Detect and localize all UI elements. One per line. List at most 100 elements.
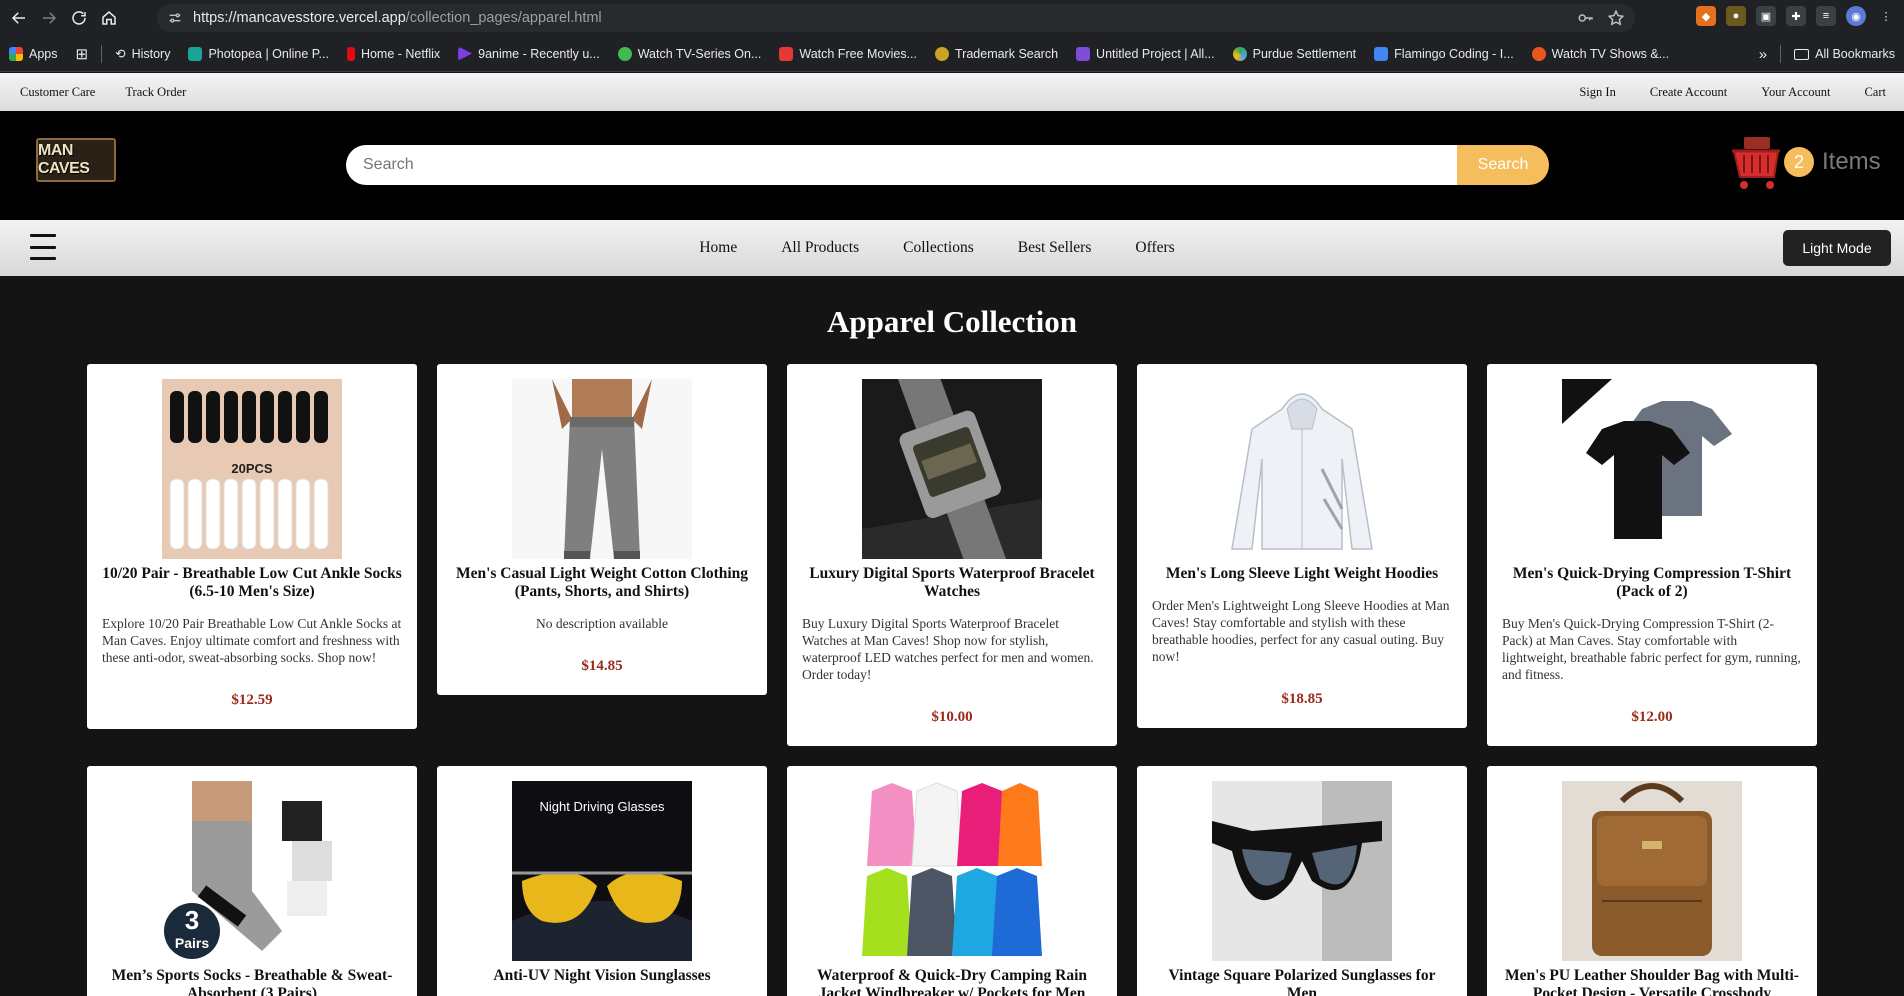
product-title[interactable]: Luxury Digital Sports Waterproof Bracele… (802, 565, 1102, 601)
site-header: MAN CAVES Search 2 Items (0, 111, 1904, 220)
bookmark-star-icon[interactable] (1607, 9, 1625, 27)
create-account-link[interactable]: Create Account (1650, 85, 1727, 100)
product-card[interactable]: 20PCS 10/20 Pair - Breathable Low Cut An… (87, 364, 417, 729)
bookmark-photopea[interactable]: Photopea | Online P... (179, 40, 337, 68)
product-title[interactable]: Men's PU Leather Shoulder Bag with Multi… (1502, 967, 1802, 996)
utility-bar: Customer Care Track Order Sign In Create… (0, 73, 1904, 111)
product-image[interactable] (1212, 781, 1392, 961)
browser-menu-icon[interactable]: ⋮ (1876, 6, 1896, 26)
bookmark-trademark[interactable]: Trademark Search (926, 40, 1067, 68)
url-path: /collection_pages/apparel.html (405, 10, 602, 26)
product-title[interactable]: 10/20 Pair - Breathable Low Cut Ankle So… (102, 565, 402, 601)
nav-offers[interactable]: Offers (1135, 239, 1174, 257)
nav-best-sellers[interactable]: Best Sellers (1018, 239, 1092, 257)
bookmark-label: Photopea | Online P... (208, 46, 329, 61)
product-row: 20PCS 10/20 Pair - Breathable Low Cut An… (87, 364, 1817, 746)
search-input[interactable] (346, 145, 1457, 185)
product-description: Buy Men's Quick-Drying Compression T-Shi… (1502, 616, 1801, 682)
main-navigation: Home All Products Collections Best Selle… (0, 220, 1904, 276)
your-account-link[interactable]: Your Account (1761, 85, 1830, 100)
product-title[interactable]: Waterproof & Quick-Dry Camping Rain Jack… (802, 967, 1102, 996)
product-price: $12.00 (1631, 709, 1673, 725)
bookmark-apps[interactable]: Apps (0, 40, 67, 68)
forward-icon[interactable] (36, 5, 62, 31)
customer-care-link[interactable]: Customer Care (20, 85, 95, 100)
light-mode-button[interactable]: Light Mode (1783, 230, 1891, 266)
product-title[interactable]: Men's Casual Light Weight Cotton Clothin… (452, 565, 752, 601)
product-image[interactable] (862, 781, 1042, 961)
product-card[interactable]: 3 Pairs Men’s Sports Socks - Breathable … (87, 766, 417, 996)
product-image[interactable] (1562, 781, 1742, 961)
address-bar[interactable]: https://mancavesstore.vercel.app/collect… (157, 4, 1635, 32)
shopping-basket-icon (1732, 137, 1780, 189)
bookmark-netflix[interactable]: Home - Netflix (338, 40, 449, 68)
product-image[interactable]: Night Driving Glasses (512, 781, 692, 961)
bookmark-label: Home - Netflix (360, 46, 441, 61)
search-button[interactable]: Search (1457, 145, 1549, 185)
trademark-eagle-icon (935, 46, 949, 61)
more-bookmarks-icon[interactable]: » (1750, 40, 1776, 68)
bookmark-history[interactable]: ⟲ History (106, 40, 179, 68)
reload-icon[interactable] (66, 5, 92, 31)
bookmarks-bar: Apps ⊞ ⟲ History Photopea | Online P... H… (0, 36, 1904, 72)
extension-badge-icon[interactable]: ● (1726, 6, 1746, 26)
bookmark-free-movies[interactable]: Watch Free Movies... (770, 40, 926, 68)
profile-avatar[interactable]: ◉ (1846, 6, 1866, 26)
product-grid: 20PCS 10/20 Pair - Breathable Low Cut An… (87, 364, 1817, 996)
bookmark-untitled-project[interactable]: Untitled Project | All... (1067, 40, 1224, 68)
back-icon[interactable] (6, 5, 32, 31)
product-title[interactable]: Men's Quick-Drying Compression T-Shirt (… (1502, 565, 1802, 601)
extension-window-icon[interactable]: ▣ (1756, 6, 1776, 26)
product-card[interactable]: Men's Long Sleeve Light Weight Hoodies O… (1137, 364, 1467, 728)
product-description: No description available (536, 616, 668, 631)
extensions-puzzle-icon[interactable]: ✚ (1786, 6, 1806, 26)
nav-collections[interactable]: Collections (903, 239, 974, 257)
product-image[interactable] (1562, 379, 1742, 559)
browser-toolbar: https://mancavesstore.vercel.app/collect… (0, 0, 1904, 36)
sign-in-link[interactable]: Sign In (1579, 85, 1615, 100)
site-info-icon[interactable] (167, 10, 183, 26)
play-circle-icon (617, 46, 632, 61)
bookmark-tv-series[interactable]: Watch TV-Series On... (609, 40, 771, 68)
product-card[interactable]: Men's Casual Light Weight Cotton Clothin… (437, 364, 767, 695)
cart-link[interactable]: Cart (1864, 85, 1886, 100)
header-cart[interactable]: 2 Items (1730, 133, 1881, 191)
cart-count-badge: 2 (1784, 147, 1814, 177)
product-card[interactable]: Vintage Square Polarized Sunglasses for … (1137, 766, 1467, 996)
product-card[interactable]: Luxury Digital Sports Waterproof Bracele… (787, 364, 1117, 746)
product-image[interactable]: 3 Pairs (162, 781, 342, 961)
tab-groups-icon[interactable]: ⊞ (67, 40, 98, 68)
product-title[interactable]: Men’s Sports Socks - Breathable & Sweat-… (102, 967, 402, 996)
apps-grid-icon (9, 46, 23, 61)
home-icon[interactable] (96, 5, 122, 31)
product-card[interactable]: Night Driving Glasses Anti-UV Night Visi… (437, 766, 767, 996)
project-p-icon (1076, 46, 1091, 61)
bookmark-label: 9anime - Recently u... (478, 46, 600, 61)
product-image[interactable] (1212, 379, 1392, 559)
product-title[interactable]: Anti-UV Night Vision Sunglasses (452, 967, 752, 985)
reading-list-icon[interactable]: ≡ (1816, 6, 1836, 26)
product-image[interactable] (862, 379, 1042, 559)
product-title[interactable]: Vintage Square Polarized Sunglasses for … (1152, 967, 1452, 996)
password-key-icon[interactable] (1577, 9, 1595, 27)
product-title[interactable]: Men's Long Sleeve Light Weight Hoodies (1152, 565, 1452, 583)
product-image[interactable]: 20PCS (162, 379, 342, 559)
site-logo[interactable]: MAN CAVES (36, 138, 116, 182)
extension-fox-icon[interactable]: ◆ (1696, 6, 1716, 26)
url-host: https://mancavesstore.vercel.app (193, 10, 406, 26)
product-card[interactable]: Men's Quick-Drying Compression T-Shirt (… (1487, 364, 1817, 746)
bookmark-flamingo[interactable]: Flamingo Coding - I... (1365, 40, 1523, 68)
product-image[interactable] (512, 379, 692, 559)
nav-home[interactable]: Home (699, 239, 737, 257)
bookmark-tv-shows[interactable]: Watch TV Shows &... (1523, 40, 1678, 68)
product-card[interactable]: Men's PU Leather Shoulder Bag with Multi… (1487, 766, 1817, 996)
bookmark-purdue[interactable]: Purdue Settlement (1224, 40, 1366, 68)
url-text[interactable]: https://mancavesstore.vercel.app/collect… (193, 10, 602, 26)
track-order-link[interactable]: Track Order (125, 85, 186, 100)
bookmark-label: History (131, 46, 171, 61)
all-bookmarks-folder[interactable]: All Bookmarks (1785, 40, 1904, 68)
purdue-swirl-icon (1232, 46, 1247, 61)
bookmark-9anime[interactable]: 9anime - Recently u... (449, 40, 609, 68)
product-card[interactable]: Waterproof & Quick-Dry Camping Rain Jack… (787, 766, 1117, 996)
nav-all-products[interactable]: All Products (781, 239, 859, 257)
